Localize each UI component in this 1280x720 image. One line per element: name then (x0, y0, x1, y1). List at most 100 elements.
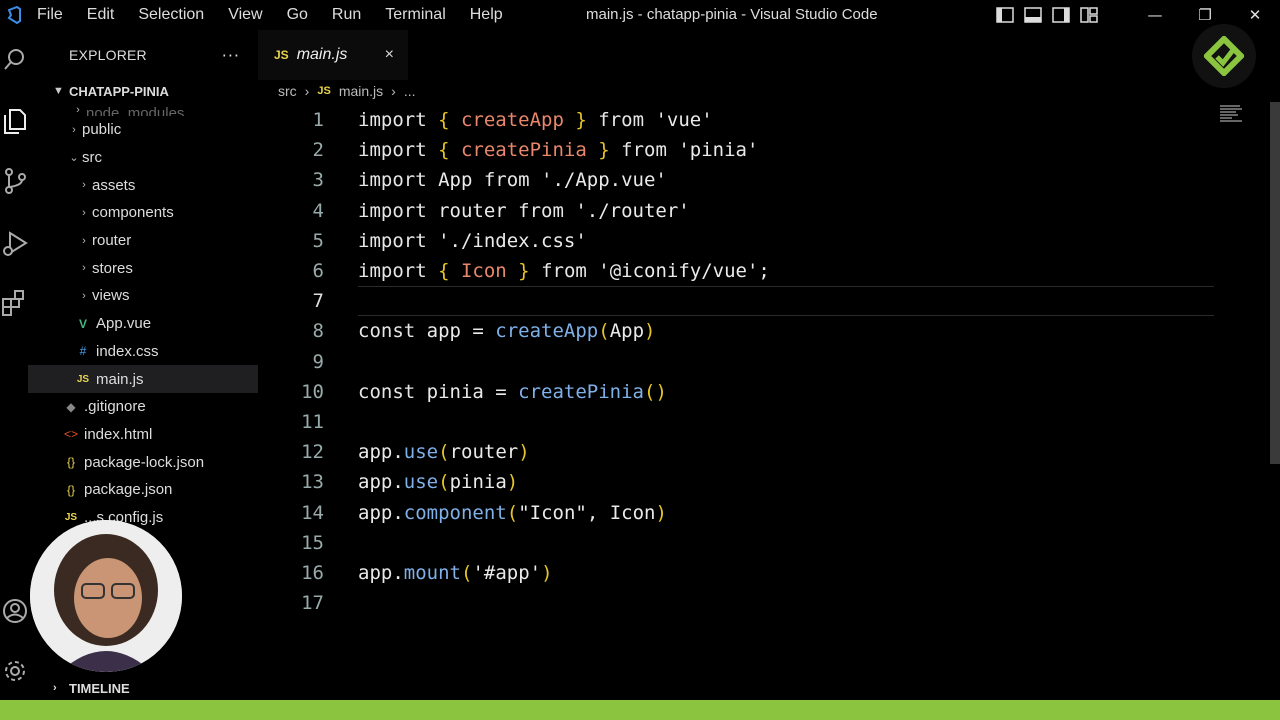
code-text: import { createPinia } from 'pinia' (358, 139, 759, 162)
js-file-icon: JS (76, 373, 90, 385)
code-line[interactable]: 12 app.use(router) (258, 437, 1218, 467)
window-controls: — ❐ ✕ (1130, 0, 1280, 30)
tree-item-package-json[interactable]: {} package.json (28, 476, 258, 504)
tree-item-package-lock-json[interactable]: {} package-lock.json (28, 448, 258, 476)
tree-item-assets[interactable]: › assets (28, 171, 258, 199)
tree-item-main-js[interactable]: JS main.js (28, 365, 258, 393)
chevron-right-icon: › (391, 83, 396, 99)
account-icon[interactable] (0, 596, 30, 626)
code-line[interactable]: 1 import { createApp } from 'vue' (258, 105, 1218, 135)
minimap[interactable] (1220, 105, 1244, 125)
code-text: app.component("Icon", Icon) (358, 501, 667, 524)
code-text: const app = createApp(App) (358, 320, 656, 343)
tree-item-views[interactable]: › views (28, 282, 258, 310)
git-file-icon: ◆ (66, 399, 76, 414)
breadcrumb-file[interactable]: main.js (339, 83, 383, 99)
breadcrumb-folder[interactable]: src (278, 83, 297, 99)
code-line[interactable]: 17 (258, 588, 1218, 618)
line-number: 6 (312, 260, 324, 283)
tab-main-js[interactable]: JS main.js × (258, 30, 408, 80)
toggle-secondary-sidebar-icon[interactable] (1050, 4, 1072, 26)
html-file-icon: <> (63, 427, 78, 442)
js-file-icon: JS (64, 511, 78, 523)
settings-icon[interactable] (0, 656, 30, 686)
code-text: import { Icon } from '@iconify/vue'; (358, 260, 770, 283)
project-name: CHATAPP-PINIA (69, 83, 169, 99)
tab-label: main.js (296, 46, 348, 63)
json-file-icon: {} (66, 482, 75, 497)
search-icon[interactable] (0, 44, 30, 74)
code-line[interactable]: 6 import { Icon } from '@iconify/vue'; (258, 256, 1218, 286)
timeline-section-header[interactable]: › TIMELINE (28, 676, 258, 700)
menu-file[interactable]: File (28, 6, 75, 24)
line-number: 5 (312, 229, 324, 252)
line-number: 15 (301, 531, 324, 554)
chevron-down-icon: ⌄ (69, 152, 79, 165)
tree-item-src[interactable]: ⌄ src (28, 144, 258, 172)
toggle-primary-sidebar-icon[interactable] (994, 4, 1016, 26)
chevron-right-icon: › (82, 289, 86, 302)
code-editor[interactable]: 1 import { createApp } from 'vue' 2 import … (258, 105, 1218, 618)
code-line[interactable]: 2 import { createPinia } from 'pinia' (258, 135, 1218, 165)
chevron-right-icon: › (82, 179, 86, 192)
tree-item-index-html[interactable]: <> index.html (28, 421, 258, 449)
code-line[interactable]: 16 app.mount('#app') (258, 558, 1218, 588)
explorer-icon[interactable] (0, 106, 30, 136)
menu-go[interactable]: Go (275, 6, 320, 24)
project-folder-header[interactable]: ▼ CHATAPP-PINIA (28, 80, 258, 102)
toggle-panel-icon[interactable] (1022, 4, 1044, 26)
code-line[interactable]: 8 const app = createApp(App) (258, 316, 1218, 346)
line-number: 10 (301, 380, 324, 403)
menu-edit[interactable]: Edit (75, 6, 127, 24)
run-debug-icon[interactable] (0, 228, 30, 258)
code-line[interactable]: 13 app.use(pinia) (258, 467, 1218, 497)
breadcrumb-more[interactable]: ... (404, 83, 416, 99)
tree-item-public[interactable]: › public (28, 116, 258, 144)
css-file-icon: # (79, 344, 87, 359)
timeline-title: TIMELINE (69, 680, 130, 696)
tree-item-gitignore[interactable]: ◆ .gitignore (28, 393, 258, 421)
line-number: 7 (312, 290, 324, 313)
chevron-right-icon: › (82, 206, 86, 219)
code-line[interactable]: 4 import router from './router' (258, 196, 1218, 226)
code-text: const pinia = createPinia() (358, 380, 667, 403)
minimize-icon[interactable]: — (1130, 0, 1180, 30)
line-number: 14 (301, 501, 324, 524)
code-text: app.mount('#app') (358, 561, 553, 584)
line-number: 4 (312, 199, 324, 222)
menu-run[interactable]: Run (320, 6, 373, 24)
tree-item-config-js[interactable]: JS ...s.config.js (28, 504, 258, 532)
menu-help[interactable]: Help (458, 6, 515, 24)
code-line[interactable]: 5 import './index.css' (258, 226, 1218, 256)
line-number: 16 (301, 561, 324, 584)
code-line[interactable]: 15 (258, 528, 1218, 558)
tree-item-router[interactable]: › router (28, 227, 258, 255)
code-line[interactable]: 9 (258, 347, 1218, 377)
menu-view[interactable]: View (216, 6, 274, 24)
code-line[interactable]: 11 (258, 407, 1218, 437)
more-actions-icon[interactable]: ··· (222, 46, 240, 65)
code-text: app.use(router) (358, 441, 530, 464)
code-line[interactable]: 14 app.component("Icon", Icon) (258, 497, 1218, 527)
tree-item-app-vue[interactable]: V App.vue (28, 310, 258, 338)
customize-layout-icon[interactable] (1078, 4, 1100, 26)
line-number: 17 (301, 592, 324, 615)
tree-item-stores[interactable]: › stores (28, 254, 258, 282)
window-title: main.js - chatapp-pinia - Visual Studio … (586, 6, 878, 23)
menu-terminal[interactable]: Terminal (373, 6, 457, 24)
close-tab-icon[interactable]: × (385, 46, 394, 64)
chevron-right-icon: › (82, 234, 86, 247)
extensions-icon[interactable] (0, 288, 30, 318)
tree-item-components[interactable]: › components (28, 199, 258, 227)
code-line[interactable]: 10 const pinia = createPinia() (258, 377, 1218, 407)
code-line[interactable]: 3 import App from './App.vue' (258, 165, 1218, 195)
tree-item-node-modules[interactable]: › node_modules (28, 102, 258, 116)
vscode-logo-icon (0, 0, 28, 30)
presenter-webcam (30, 520, 182, 672)
close-window-icon[interactable]: ✕ (1230, 0, 1280, 30)
source-control-icon[interactable] (0, 166, 30, 196)
menu-selection[interactable]: Selection (126, 6, 216, 24)
code-line[interactable]: 7 (258, 286, 1218, 317)
vertical-scrollbar[interactable] (1270, 102, 1280, 464)
tree-item-index-css[interactable]: # index.css (28, 338, 258, 366)
